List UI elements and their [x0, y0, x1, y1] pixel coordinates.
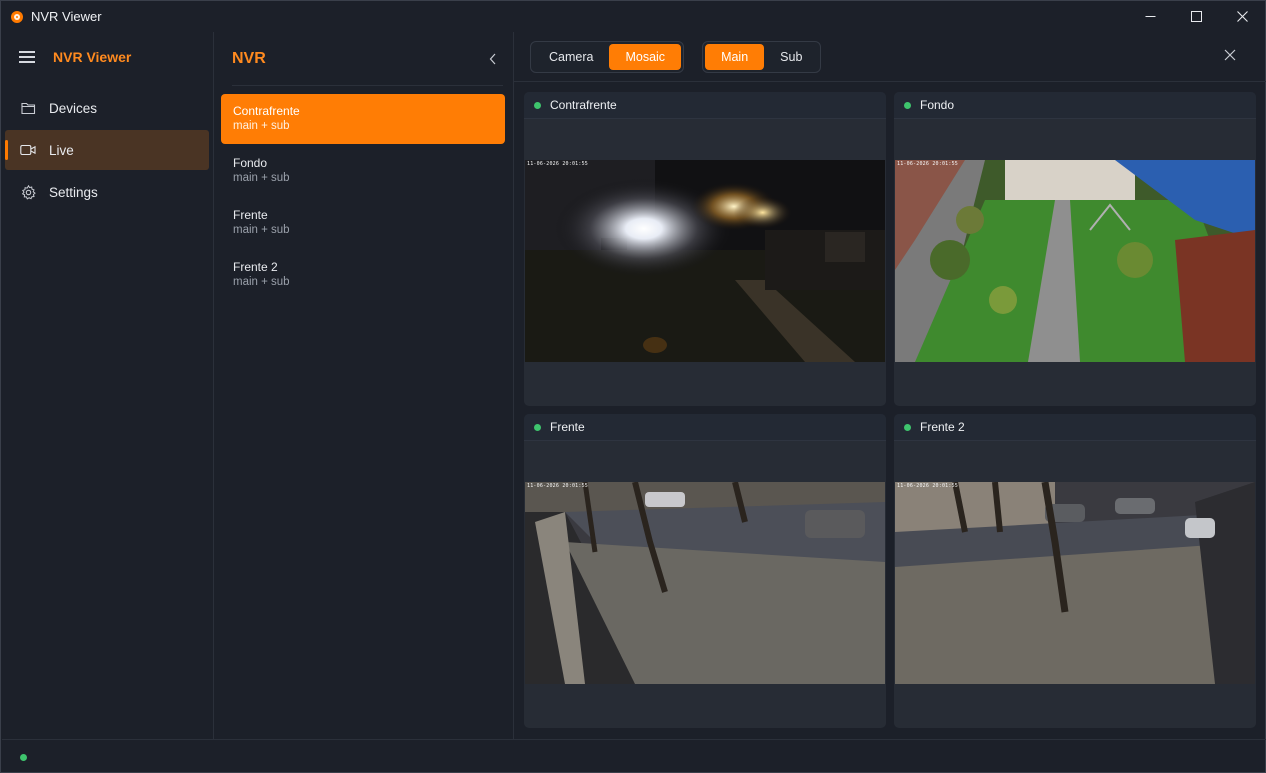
- nav-item-settings[interactable]: Settings: [5, 172, 209, 212]
- nav-item-label: Devices: [49, 100, 98, 116]
- tile-header: Frente 2: [894, 414, 1256, 441]
- video-feed[interactable]: 11-06-2026 20:01:55: [525, 482, 885, 684]
- mosaic-grid: Contrafrente 11-06-2026 20:01:55 Fondo 1…: [524, 92, 1256, 728]
- tile-header: Contrafrente: [524, 92, 886, 119]
- maximize-button[interactable]: [1173, 1, 1219, 32]
- collapse-panel-button[interactable]: [483, 49, 503, 69]
- device-streams: main + sub: [233, 276, 290, 288]
- minimize-button[interactable]: [1127, 1, 1173, 32]
- video-frame-image: [895, 160, 1255, 362]
- video-frame-image: [525, 160, 885, 362]
- status-online-icon: [534, 101, 541, 109]
- tile-camera-name: Fondo: [920, 98, 955, 112]
- device-list: Contrafrente main + sub Fondo main + sub…: [214, 86, 513, 300]
- device-item-frente[interactable]: Frente main + sub: [221, 198, 505, 248]
- camera-view-button[interactable]: Camera: [533, 44, 609, 70]
- device-name: Fondo: [233, 156, 268, 170]
- camera-tile-fondo[interactable]: Fondo 11-06-2026 20:01:55: [894, 92, 1256, 406]
- device-name: Contrafrente: [233, 104, 300, 118]
- device-streams: main + sub: [233, 224, 290, 236]
- status-bar: [2, 739, 1266, 773]
- video-feed[interactable]: 11-06-2026 20:01:55: [895, 160, 1255, 362]
- device-item-fondo[interactable]: Fondo main + sub: [221, 146, 505, 196]
- main-content: Camera Mosaic Main Sub Contrafrente 11-0…: [514, 32, 1266, 739]
- video-timestamp: 11-06-2026 20:01:55: [527, 483, 588, 489]
- device-item-contrafrente[interactable]: Contrafrente main + sub: [221, 94, 505, 144]
- status-online-icon: [534, 423, 541, 431]
- nav-app-title: NVR Viewer: [53, 49, 132, 65]
- sub-stream-button[interactable]: Sub: [764, 44, 818, 70]
- camera-tile-frente-2[interactable]: Frente 2 11-06-2026 20:01:55: [894, 414, 1256, 728]
- device-panel: NVR Contrafrente main + sub Fondo main +…: [214, 32, 514, 739]
- video-feed[interactable]: 11-06-2026 20:01:55: [895, 482, 1255, 684]
- status-online-icon: [904, 101, 911, 109]
- tile-camera-name: Contrafrente: [550, 98, 617, 112]
- gear-icon: [20, 184, 36, 200]
- nav-header: NVR Viewer: [2, 32, 213, 82]
- mosaic-view-button[interactable]: Mosaic: [609, 43, 682, 70]
- side-navigation: NVR Viewer Devices Live Settings: [2, 32, 214, 739]
- close-icon: [1224, 49, 1236, 61]
- nav-item-label: Settings: [49, 184, 98, 200]
- camera-tile-frente[interactable]: Frente 11-06-2026 20:01:55: [524, 414, 886, 728]
- device-panel-title: NVR: [232, 49, 266, 67]
- video-timestamp: 11-06-2026 20:01:55: [897, 483, 958, 489]
- main-stream-button[interactable]: Main: [705, 43, 765, 70]
- video-timestamp: 11-06-2026 20:01:55: [527, 161, 588, 167]
- device-item-frente-2[interactable]: Frente 2 main + sub: [221, 250, 505, 300]
- tile-header: Frente: [524, 414, 886, 441]
- camera-tile-contrafrente[interactable]: Contrafrente 11-06-2026 20:01:55: [524, 92, 886, 406]
- device-streams: main + sub: [233, 172, 290, 184]
- device-panel-header: NVR: [232, 32, 503, 86]
- view-toolbar: Camera Mosaic Main Sub: [514, 32, 1266, 82]
- tile-camera-name: Frente: [550, 420, 585, 434]
- folder-icon: [20, 100, 36, 116]
- nav-item-live[interactable]: Live: [5, 130, 209, 170]
- app-logo-icon: [11, 10, 23, 23]
- nav-item-devices[interactable]: Devices: [5, 88, 209, 128]
- device-name: Frente: [233, 208, 268, 222]
- close-window-button[interactable]: [1219, 1, 1265, 32]
- stream-toggle: Main Sub: [702, 40, 822, 73]
- view-mode-toggle: Camera Mosaic: [530, 40, 685, 73]
- video-frame-image: [525, 482, 885, 684]
- app-window: NVR Viewer NVR Viewer Devices Live Setti…: [0, 0, 1266, 773]
- tile-camera-name: Frente 2: [920, 420, 965, 434]
- video-frame-image: [895, 482, 1255, 684]
- close-icon: [1236, 11, 1248, 22]
- hamburger-icon[interactable]: [19, 51, 35, 63]
- window-controls: [1127, 1, 1265, 32]
- device-streams: main + sub: [233, 120, 290, 132]
- title-bar: NVR Viewer: [1, 1, 1265, 32]
- maximize-icon: [1190, 11, 1202, 22]
- video-camera-icon: [20, 142, 36, 158]
- close-view-button[interactable]: [1224, 49, 1238, 63]
- window-title: NVR Viewer: [31, 9, 102, 24]
- tile-header: Fondo: [894, 92, 1256, 119]
- minimize-icon: [1145, 16, 1155, 17]
- video-timestamp: 11-06-2026 20:01:55: [897, 161, 958, 167]
- nav-item-label: Live: [49, 142, 74, 158]
- status-online-icon: [904, 423, 911, 431]
- video-feed[interactable]: 11-06-2026 20:01:55: [525, 160, 885, 362]
- connection-status-icon: [20, 754, 27, 761]
- device-name: Frente 2: [233, 260, 278, 274]
- chevron-left-icon: [489, 53, 496, 64]
